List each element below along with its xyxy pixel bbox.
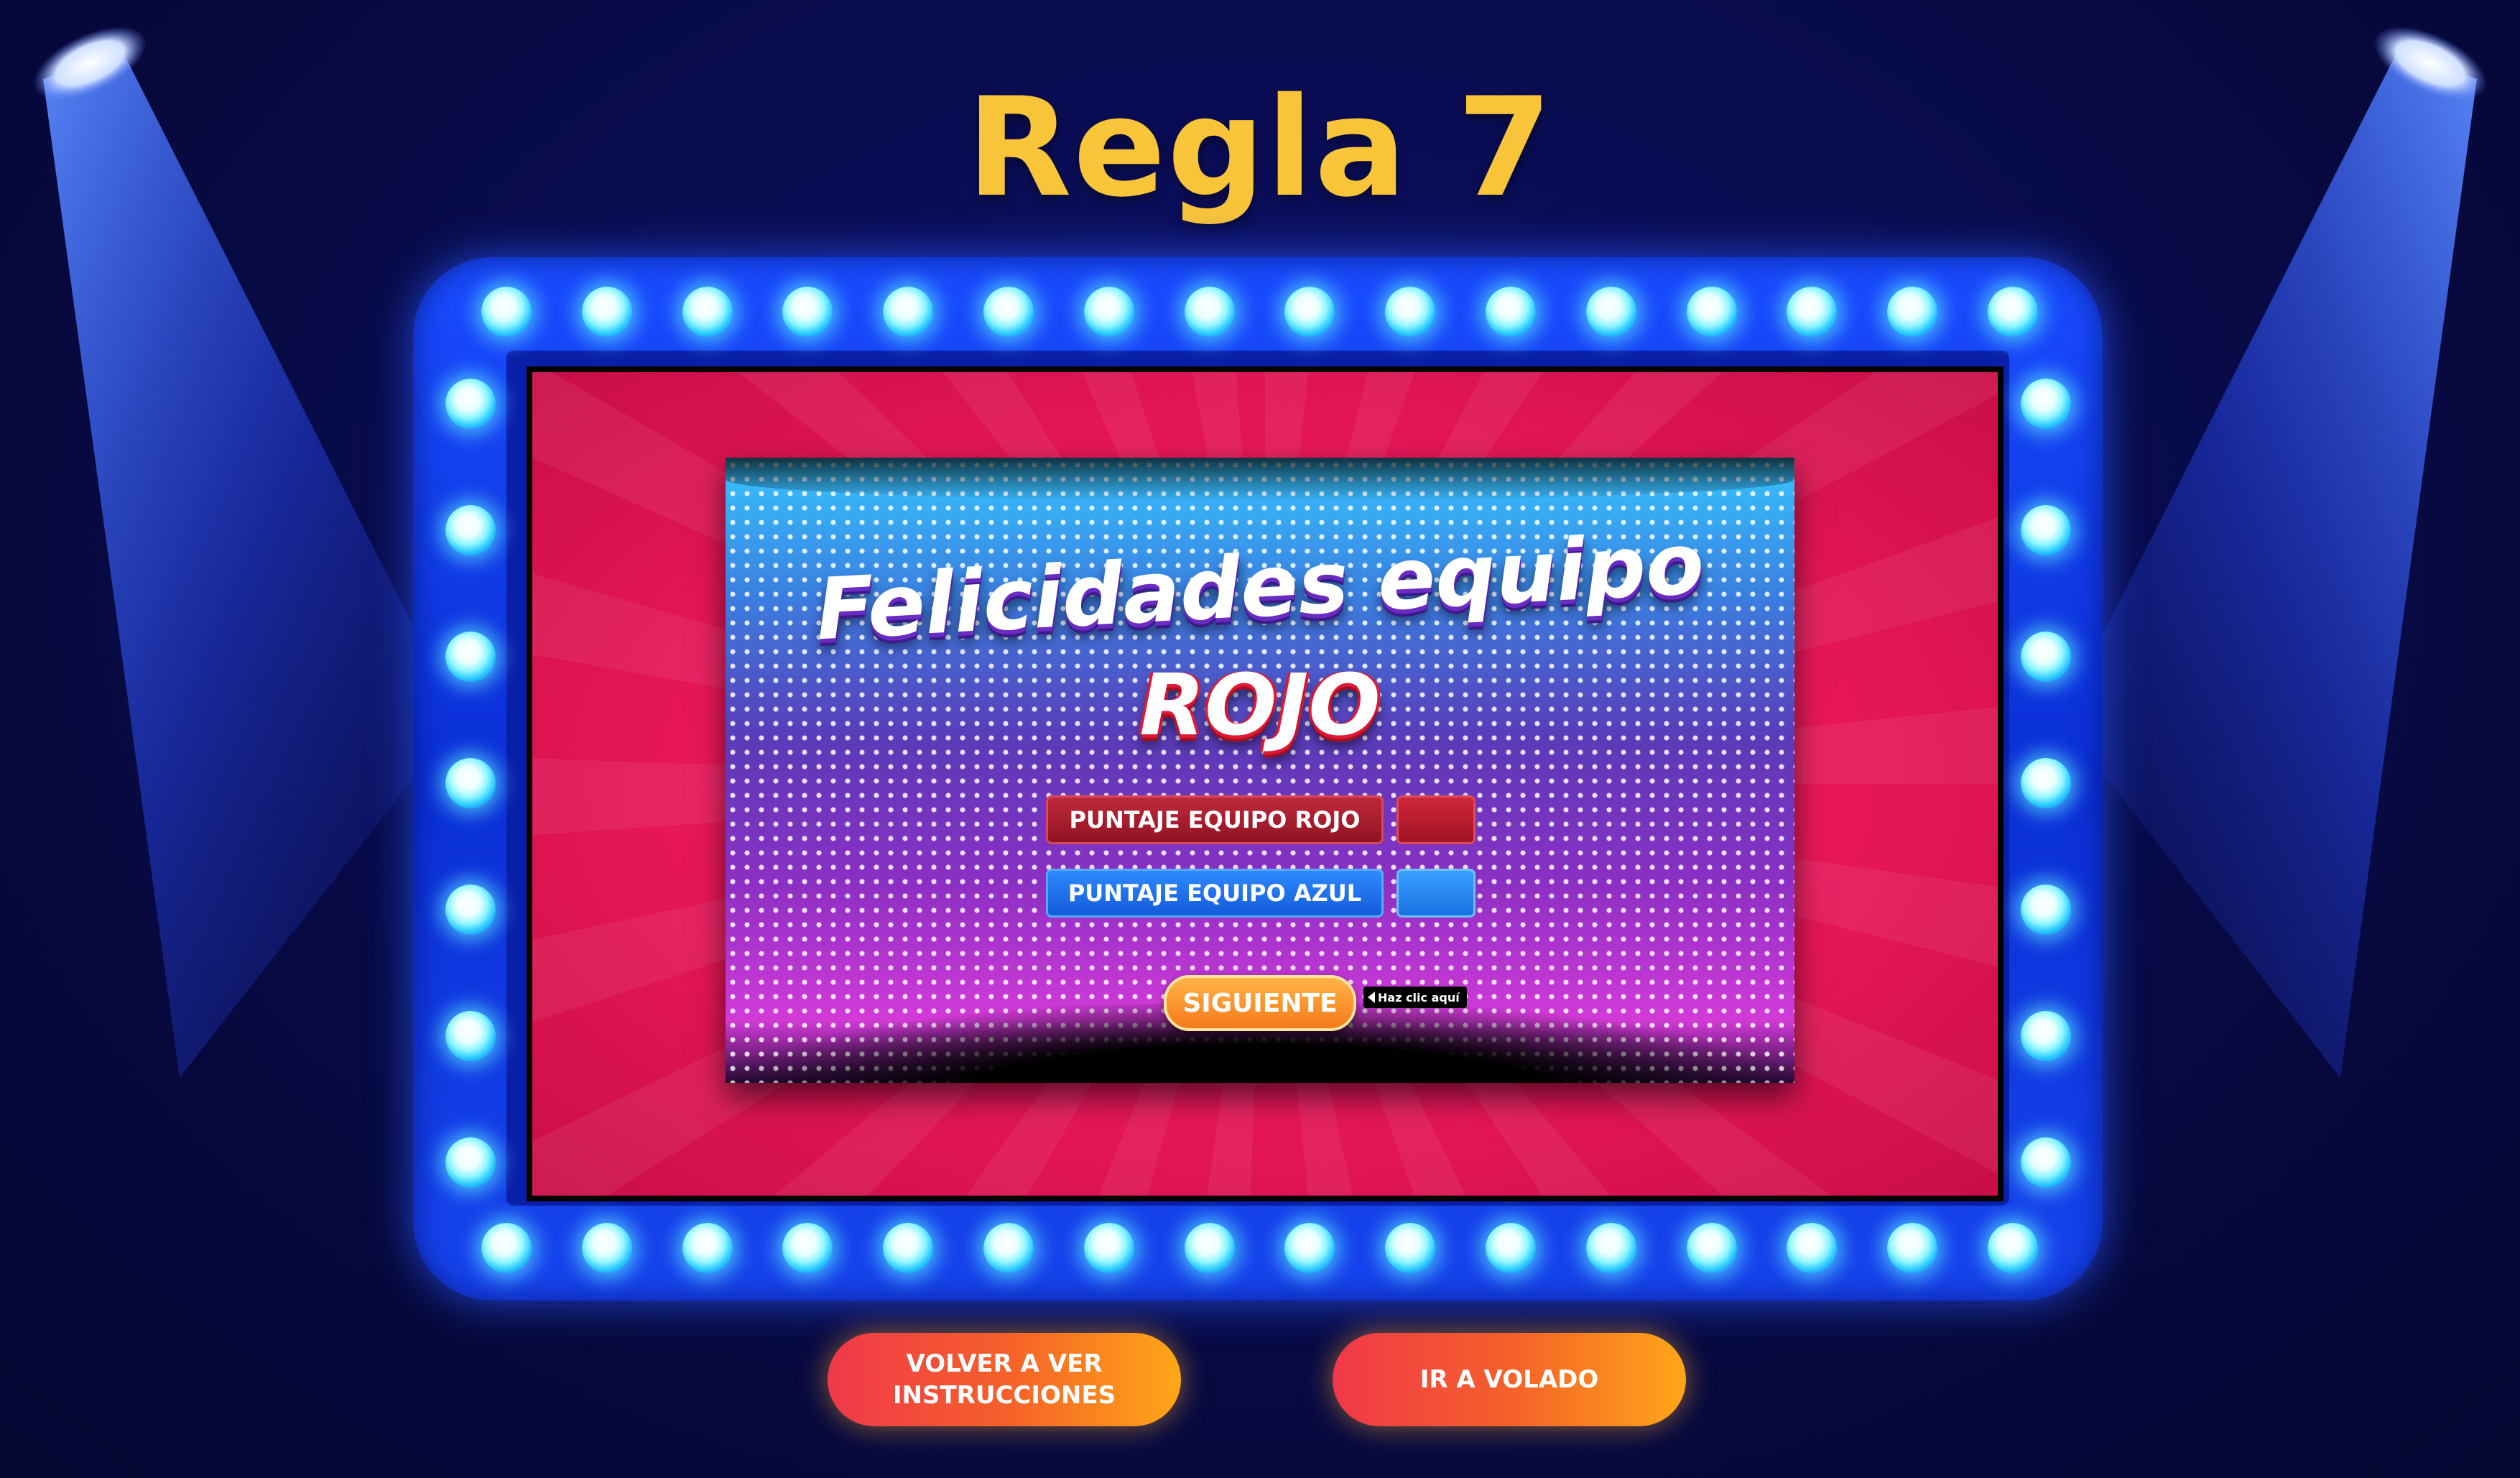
marquee-bulb-icon (1585, 287, 1636, 337)
marquee-bulb-icon (445, 505, 496, 555)
marquee-bulb-icon (1887, 1223, 1938, 1273)
marquee-bulb-icon (1385, 287, 1436, 337)
page-title: Regla 7 (966, 68, 1554, 227)
marquee-bulb-icon (1988, 287, 2038, 337)
marquee-bulb-icon (682, 1223, 733, 1273)
marquee-bulb-icon (1686, 1223, 1737, 1273)
marquee-bulb-icon (983, 1223, 1034, 1273)
marquee-bulb-icon (581, 1223, 632, 1273)
marquee-bulb-icon (445, 1011, 496, 1061)
score-row-blue: PUNTAJE EQUIPO AZUL (1046, 869, 1476, 918)
marquee-bulb-icon (445, 379, 496, 429)
marquee-bulb-icon (481, 287, 532, 337)
marquee-bulb-icon (445, 885, 496, 935)
back-to-instructions-line2: INSTRUCCIONES (892, 1381, 1116, 1410)
marquee-bulb-icon (1284, 1223, 1335, 1273)
marquee-bulb-icon (1385, 1223, 1436, 1273)
marquee-bulb-icon (682, 287, 733, 337)
marquee-bulb-icon (445, 632, 496, 682)
marquee-bulb-icon (445, 1137, 496, 1188)
marquee-bulb-icon (2021, 758, 2071, 808)
marquee-bulb-icon (581, 287, 632, 337)
marquee-bulb-icon (1887, 287, 1938, 337)
back-to-instructions-line1: VOLVER A VER (906, 1349, 1103, 1378)
marquee-bulb-icon (481, 1223, 532, 1273)
winning-team-name: ROJO (1139, 655, 1381, 754)
marquee-bulb-icon (2021, 1011, 2071, 1061)
marquee-bulb-icon (883, 287, 934, 337)
next-button[interactable]: SIGUIENTE (1164, 975, 1356, 1031)
marquee-bulb-icon (1585, 1223, 1636, 1273)
marquee-bulb-icon (1083, 287, 1134, 337)
marquee-bulb-icon (1486, 287, 1536, 337)
marquee-bulb-icon (2021, 885, 2071, 935)
marquee-bulb-icon (782, 1223, 833, 1273)
marquee-bulb-icon (2021, 379, 2071, 429)
marquee-bulb-icon (1284, 287, 1335, 337)
marquee-bulb-icon (782, 287, 833, 337)
marquee-bulb-icon (1184, 1223, 1235, 1273)
marquee-bulb-icon (1988, 1223, 2038, 1273)
congrats-heading: Felicidades equipo (813, 513, 1707, 660)
score-blue-value (1396, 869, 1476, 918)
hint-text: Haz clic aquí (1378, 990, 1460, 1004)
marquee-bulb-icon (1486, 1223, 1536, 1273)
marquee-bulb-icon (983, 287, 1034, 337)
score-red-value (1396, 795, 1476, 844)
marquee-bulb-icon (445, 758, 496, 808)
score-blue-label: PUNTAJE EQUIPO AZUL (1046, 869, 1384, 918)
marquee-bulb-icon (1787, 1223, 1838, 1273)
marquee-bulb-icon (2021, 1137, 2071, 1188)
marquee-bulb-icon (2021, 632, 2071, 682)
click-hint: Haz clic aquí (1363, 987, 1467, 1008)
marquee-bulb-icon (1686, 287, 1737, 337)
back-to-instructions-button[interactable]: VOLVER A VER INSTRUCCIONES (828, 1333, 1181, 1426)
marquee-bulb-icon (883, 1223, 934, 1273)
marquee-bulb-icon (1083, 1223, 1134, 1273)
marquee-bulb-icon (1787, 287, 1838, 337)
score-red-label: PUNTAJE EQUIPO ROJO (1046, 795, 1384, 844)
score-row-red: PUNTAJE EQUIPO ROJO (1046, 795, 1476, 844)
marquee-bulb-icon (2021, 505, 2071, 555)
go-to-volado-button[interactable]: IR A VOLADO (1333, 1333, 1686, 1426)
marquee-bulb-icon (1184, 287, 1235, 337)
hint-arrow-icon (1368, 992, 1375, 1003)
result-panel: Felicidades equipo ROJO PUNTAJE EQUIPO R… (726, 458, 1794, 1083)
